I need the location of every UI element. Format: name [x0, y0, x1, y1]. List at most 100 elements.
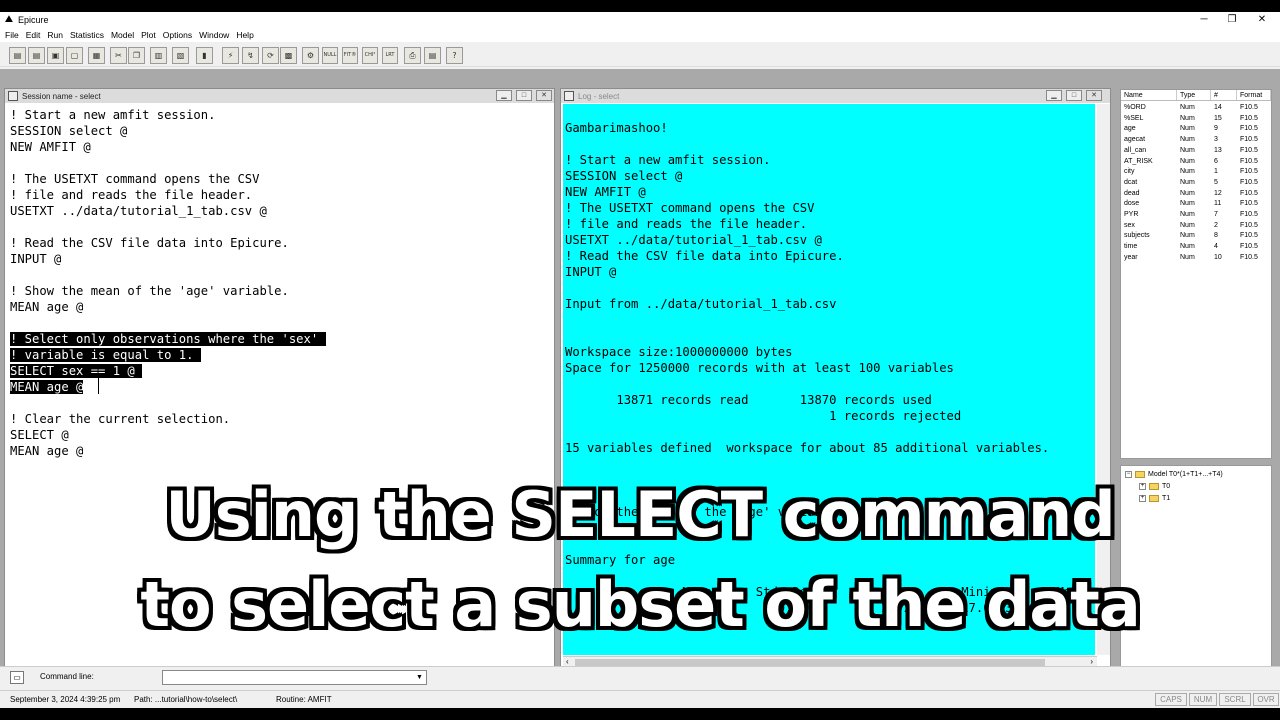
table-row[interactable]: AT_RISK Num 6 F10.5 [1121, 157, 1271, 168]
menu-model[interactable]: Model [111, 30, 134, 40]
session-window-titlebar[interactable]: Session name - select ▁ □ ✕ [5, 89, 554, 103]
table-row[interactable]: PYR Num 7 F10.5 [1121, 210, 1271, 221]
num-indicator: NUM [1189, 693, 1217, 706]
log-line: Workspace size:1000000000 bytes [565, 345, 793, 359]
paste-icon[interactable]: ▥ [150, 47, 167, 64]
new-icon[interactable]: ▢ [66, 47, 83, 64]
log-line: ! file and reads the file header. [565, 217, 808, 231]
column-header[interactable]: Format [1237, 90, 1271, 100]
table-row[interactable]: age Num 9 F10.5 [1121, 124, 1271, 135]
copy-icon[interactable]: ❐ [128, 47, 145, 64]
table-row[interactable]: time Num 4 F10.5 [1121, 242, 1271, 253]
table-cell: Num [1180, 243, 1195, 251]
open-alt-icon[interactable]: ▤ [28, 47, 45, 64]
command-input[interactable]: ▼ [162, 670, 427, 685]
scroll-right-icon[interactable]: › [1090, 657, 1093, 666]
menu-file[interactable]: File [5, 30, 19, 40]
table-row[interactable]: agecat Num 3 F10.5 [1121, 135, 1271, 146]
table-row[interactable]: dcat Num 5 F10.5 [1121, 178, 1271, 189]
table-cell: 1 [1214, 168, 1218, 176]
log-minimize-icon[interactable]: ▁ [1046, 90, 1062, 101]
table-cell: Num [1180, 168, 1195, 176]
table-row[interactable]: sex Num 2 F10.5 [1121, 221, 1271, 232]
table-row[interactable]: city Num 1 F10.5 [1121, 167, 1271, 178]
run-icon[interactable]: ⚡ [222, 47, 239, 64]
app-title: Epicure [18, 15, 49, 25]
close-icon[interactable]: ✕ [1246, 12, 1278, 28]
menu-window[interactable]: Window [199, 30, 229, 40]
model-icon[interactable]: ⚙ [302, 47, 319, 64]
chi-button[interactable]: CHI² [362, 47, 378, 64]
caption-line-1: Using the SELECT command [165, 478, 1115, 551]
session-line: ! Clear the current selection. [10, 412, 231, 426]
chart-icon[interactable]: ▮ [196, 47, 213, 64]
session-editor[interactable]: ! Start a new amfit session. SESSION sele… [10, 107, 326, 459]
menu-options[interactable]: Options [163, 30, 192, 40]
data-icon[interactable]: ▩ [280, 47, 297, 64]
table-row[interactable]: subjects Num 8 F10.5 [1121, 231, 1271, 242]
table-cell: 13 [1214, 146, 1222, 154]
maximize-icon[interactable]: ❐ [1216, 12, 1248, 28]
table-cell: Num [1180, 136, 1195, 144]
table-row[interactable]: year Num 10 F10.5 [1121, 253, 1271, 264]
column-header[interactable]: Type [1177, 90, 1211, 100]
column-header[interactable]: # [1211, 90, 1237, 100]
command-window-icon[interactable]: ▭ [10, 671, 24, 684]
menu-statistics[interactable]: Statistics [70, 30, 104, 40]
print-icon[interactable]: ⎙ [404, 47, 421, 64]
save-icon[interactable]: ▣ [47, 47, 64, 64]
log-window-titlebar[interactable]: Log - select ▁ □ ✕ [561, 89, 1110, 103]
log-line: 15 variables defined workspace for about… [565, 441, 1050, 455]
table-cell: F10.5 [1240, 253, 1258, 261]
table-row[interactable]: dead Num 12 F10.5 [1121, 189, 1271, 200]
table-row[interactable]: all_can Num 13 F10.5 [1121, 146, 1271, 157]
refresh-icon[interactable]: ⟳ [262, 47, 279, 64]
table-cell: Num [1180, 114, 1195, 122]
table-row[interactable]: dose Num 11 F10.5 [1121, 199, 1271, 210]
session-minimize-icon[interactable]: ▁ [496, 90, 512, 101]
log-close-icon[interactable]: ✕ [1086, 90, 1102, 101]
table-cell: age [1124, 125, 1136, 133]
table-cell: Num [1180, 221, 1195, 229]
session-close-icon[interactable]: ✕ [536, 90, 552, 101]
cut-icon[interactable]: ✂ [110, 47, 127, 64]
table-row[interactable]: %SEL Num 15 F10.5 [1121, 114, 1271, 125]
menu-help[interactable]: Help [236, 30, 253, 40]
table-cell: Num [1180, 200, 1195, 208]
scroll-left-icon[interactable]: ‹ [566, 657, 569, 666]
title-bar: ⛰ Epicure ─ ❐ ✕ [0, 12, 1280, 28]
table-cell: F10.5 [1240, 221, 1258, 229]
table-cell: 10 [1214, 253, 1222, 261]
table-cell: AT_RISK [1124, 157, 1153, 165]
column-header[interactable]: Name [1121, 90, 1177, 100]
log-line: NEW AMFIT @ [565, 185, 646, 199]
status-bar: September 3, 2024 4:39:25 pm Path: ...tu… [0, 690, 1280, 708]
step-icon[interactable]: ↯ [242, 47, 259, 64]
table-cell: 8 [1214, 232, 1218, 240]
table-cell: 14 [1214, 104, 1222, 111]
log-line: Space for 1250000 records with at least … [565, 361, 954, 375]
print-preview-icon[interactable]: ▦ [88, 47, 105, 64]
fit-button[interactable]: FIT® [342, 47, 358, 64]
open-icon[interactable]: ▤ [9, 47, 26, 64]
menu-run[interactable]: Run [47, 30, 63, 40]
dropdown-arrow-icon[interactable]: ▼ [414, 672, 425, 683]
menu-edit[interactable]: Edit [26, 30, 41, 40]
table-row[interactable]: %ORD Num 14 F10.5 [1121, 103, 1271, 114]
table-icon[interactable]: ▤ [424, 47, 441, 64]
command-label: Command line: [40, 672, 94, 681]
lrt-button[interactable]: LRT [382, 47, 398, 64]
tree-root-label: Model T0*(1+T1+...+T4) [1148, 470, 1223, 478]
help-icon[interactable]: ? [446, 47, 463, 64]
table-cell: Num [1180, 178, 1195, 186]
log-maximize-icon[interactable]: □ [1066, 90, 1082, 101]
find-icon[interactable]: ▧ [172, 47, 189, 64]
table-cell: time [1124, 243, 1138, 251]
collapse-icon[interactable]: − [1125, 470, 1132, 478]
null-button[interactable]: NULL [322, 47, 338, 64]
menu-plot[interactable]: Plot [141, 30, 156, 40]
session-maximize-icon[interactable]: □ [516, 90, 532, 101]
variables-table-header: Name Type # Format [1121, 90, 1271, 101]
status-datetime: September 3, 2024 4:39:25 pm [10, 695, 121, 704]
